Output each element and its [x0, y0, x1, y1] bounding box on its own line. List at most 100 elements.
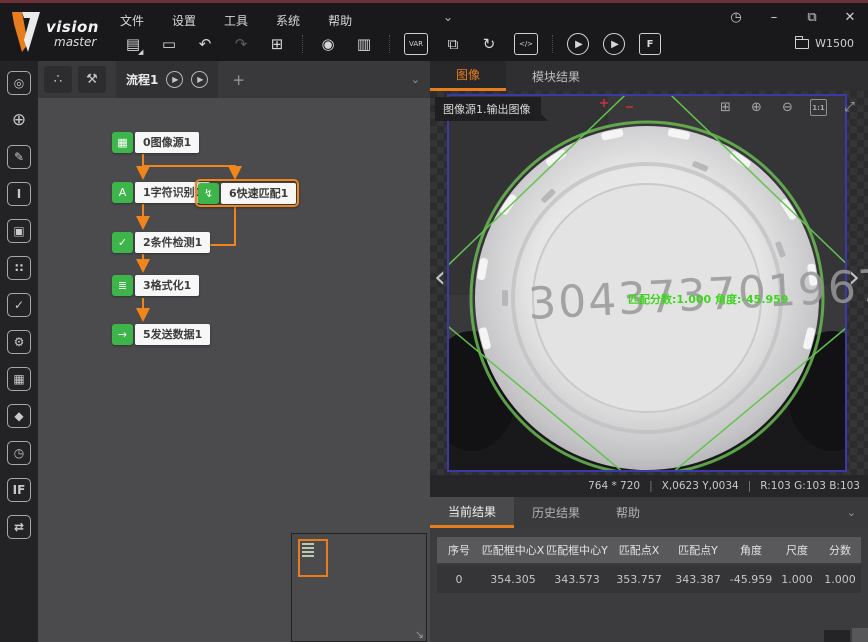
- zoom-in-icon[interactable]: ⊕: [748, 99, 765, 116]
- next-image-arrow[interactable]: ›: [848, 263, 860, 293]
- flow-node-format[interactable]: ≣ 3格式化1: [112, 274, 199, 296]
- open-icon[interactable]: ▭: [158, 33, 180, 55]
- tab-current-result[interactable]: 当前结果: [430, 497, 514, 528]
- toolbar-separator: [552, 35, 553, 53]
- title-toolbar-area: vision master 文件 设置 工具 系统 帮助 ⌄ ◷ – ⧉ ✕ ▤…: [0, 6, 868, 61]
- flow-list-icon[interactable]: ∴: [44, 66, 72, 93]
- col-match-center-x: 匹配框中心X: [481, 542, 545, 558]
- condition-check-node-icon: ✓: [112, 232, 133, 253]
- variables-icon[interactable]: VAR: [404, 33, 428, 55]
- save-locked-icon[interactable]: ⊞: [266, 33, 288, 55]
- prev-image-arrow[interactable]: ‹: [434, 263, 446, 293]
- logo-text-vision: vision: [46, 18, 99, 36]
- tab-help[interactable]: 帮助: [598, 497, 658, 528]
- col-scale: 尺度: [775, 542, 819, 558]
- logic-if-icon[interactable]: IF: [7, 478, 31, 502]
- col-index: 序号: [437, 542, 481, 558]
- cursor-coords: X,0623 Y,0034: [662, 480, 739, 492]
- workspace-indicator[interactable]: W1500: [795, 37, 854, 50]
- measure-check-icon[interactable]: ✓: [7, 293, 31, 317]
- flow-header-chevron-icon[interactable]: ⌄: [411, 73, 420, 86]
- col-match-center-y: 匹配框中心Y: [545, 542, 609, 558]
- col-match-point-y: 匹配点Y: [669, 542, 727, 558]
- resize-grip[interactable]: [852, 628, 868, 642]
- tab-module-result[interactable]: 模块结果: [506, 61, 606, 91]
- location-target-icon[interactable]: ⊕: [7, 108, 31, 132]
- result-table-area: 序号 匹配框中心X 匹配框中心Y 匹配点X 匹配点Y 角度 尺度 分数 0 35…: [430, 528, 868, 642]
- flow-node-condition-check[interactable]: ✓ 2条件检测1: [112, 231, 210, 253]
- menu-tools[interactable]: 工具: [224, 12, 248, 29]
- minimize-button[interactable]: –: [766, 10, 782, 25]
- result-table: 序号 匹配框中心X 匹配框中心Y 匹配点X 匹配点Y 角度 尺度 分数 0 35…: [437, 537, 861, 593]
- camera-icon[interactable]: ◉: [317, 33, 339, 55]
- undo-dropdown-caret-icon[interactable]: ◢: [138, 48, 143, 56]
- app-logo: vision master: [10, 10, 114, 58]
- fullscreen-icon[interactable]: ⤢: [841, 99, 858, 116]
- viewer-zoom-toolbar: ⊞ ⊕ ⊖ 1:1 ⤢: [717, 99, 858, 116]
- timer-icon[interactable]: ◷: [7, 441, 31, 465]
- flow-tab[interactable]: 流程1 ▶ ▶: [116, 61, 218, 98]
- flow-minimap[interactable]: ↘: [291, 533, 427, 642]
- col-angle: 角度: [727, 542, 775, 558]
- tab-image[interactable]: 图像: [430, 61, 506, 91]
- node-label: 5发送数据1: [135, 324, 210, 345]
- text-recognition-icon[interactable]: I: [7, 182, 31, 206]
- run-continuous-icon[interactable]: ▶: [603, 33, 625, 55]
- table-row[interactable]: 0 354.305 343.573 353.757 343.387 -45.95…: [437, 565, 861, 593]
- flow-node-image-source[interactable]: ▦ 0图像源1: [112, 131, 199, 153]
- image-config-icon[interactable]: ⚙: [7, 330, 31, 354]
- menu-settings[interactable]: 设置: [172, 12, 196, 29]
- image-source-node-icon: ▦: [112, 132, 133, 153]
- flow-node-send-data[interactable]: → 5发送数据1: [112, 323, 210, 345]
- undo-icon[interactable]: ↶: [194, 33, 216, 55]
- flow-run-once-icon[interactable]: ▶: [166, 71, 183, 88]
- col-score: 分数: [819, 542, 861, 558]
- char-recognition-node-icon: A: [112, 182, 133, 203]
- menu-bar: 文件 设置 工具 系统 帮助: [120, 12, 352, 29]
- pages-icon[interactable]: ⧉: [442, 33, 464, 55]
- titlebar-collapse-chevron-icon[interactable]: ⌄: [428, 10, 468, 24]
- flow-node-fast-match[interactable]: ↯ 6快速匹配1: [198, 182, 296, 204]
- image-status-bar: 764 * 720 | X,0623 Y,0034 | R:103 G:103 …: [430, 475, 868, 497]
- send-data-node-icon: →: [112, 324, 133, 345]
- minimap-resize-icon[interactable]: ↘: [415, 628, 424, 641]
- feature-match-icon[interactable]: ∷: [7, 256, 31, 280]
- menu-help[interactable]: 帮助: [328, 12, 352, 29]
- redo-icon[interactable]: ↷: [230, 33, 252, 55]
- image-edit-icon[interactable]: ✎: [7, 145, 31, 169]
- image-overlays: 304373701967 匹配分数:1.000 角度:-45.959: [430, 91, 868, 475]
- node-label: 6快速匹配1: [221, 183, 296, 204]
- zoom-out-icon[interactable]: ⊖: [779, 99, 796, 116]
- script-icon[interactable]: </>: [514, 33, 538, 55]
- one-to-one-icon[interactable]: 1:1: [810, 99, 827, 116]
- fit-window-icon[interactable]: ⊞: [717, 99, 734, 116]
- flow-settings-wrench-icon[interactable]: ⚒: [78, 66, 106, 93]
- close-button[interactable]: ✕: [842, 10, 858, 25]
- col-match-point-x: 匹配点X: [609, 542, 669, 558]
- minimap-viewport[interactable]: [298, 539, 328, 577]
- flow-run-loop-icon[interactable]: ▶: [191, 71, 208, 88]
- tab-history-result[interactable]: 历史结果: [514, 497, 598, 528]
- menu-file[interactable]: 文件: [120, 12, 144, 29]
- focus-region-icon[interactable]: ▣: [7, 219, 31, 243]
- module-columns-icon[interactable]: ▥: [353, 33, 375, 55]
- result-collapse-chevron-icon[interactable]: ⌄: [847, 506, 856, 519]
- global-refresh-icon[interactable]: ↻: [478, 33, 500, 55]
- workspace-folder-icon: [795, 39, 809, 49]
- format-f-icon[interactable]: F: [639, 33, 661, 55]
- image-source-selector[interactable]: 图像源1.输出图像: [435, 97, 541, 121]
- image-viewer[interactable]: 304373701967 匹配分数:1.000 角度:-45.959 图像源1.…: [430, 91, 868, 475]
- menu-system[interactable]: 系统: [276, 12, 300, 29]
- flow-canvas[interactable]: ▦ 0图像源1 A 1字符识别1 ↯ 6快速匹配1 ✓ 2条件检测1 ≣ 3格式…: [38, 98, 430, 642]
- histogram-icon[interactable]: ▦: [7, 367, 31, 391]
- logo-v-icon: [10, 10, 44, 54]
- add-flow-button[interactable]: +: [232, 71, 245, 89]
- pixel-rgb: R:103 G:103 B:103: [760, 480, 860, 492]
- image-acquisition-icon[interactable]: ◎: [7, 71, 31, 95]
- data-exchange-icon[interactable]: ⇄: [7, 515, 31, 539]
- color-tool-icon[interactable]: ◆: [7, 404, 31, 428]
- flow-node-char-recognition[interactable]: A 1字符识别1: [112, 181, 210, 203]
- restore-button[interactable]: ⧉: [804, 10, 820, 25]
- run-once-icon[interactable]: ▶: [567, 33, 589, 55]
- performance-gauge-icon[interactable]: ◷: [728, 10, 744, 25]
